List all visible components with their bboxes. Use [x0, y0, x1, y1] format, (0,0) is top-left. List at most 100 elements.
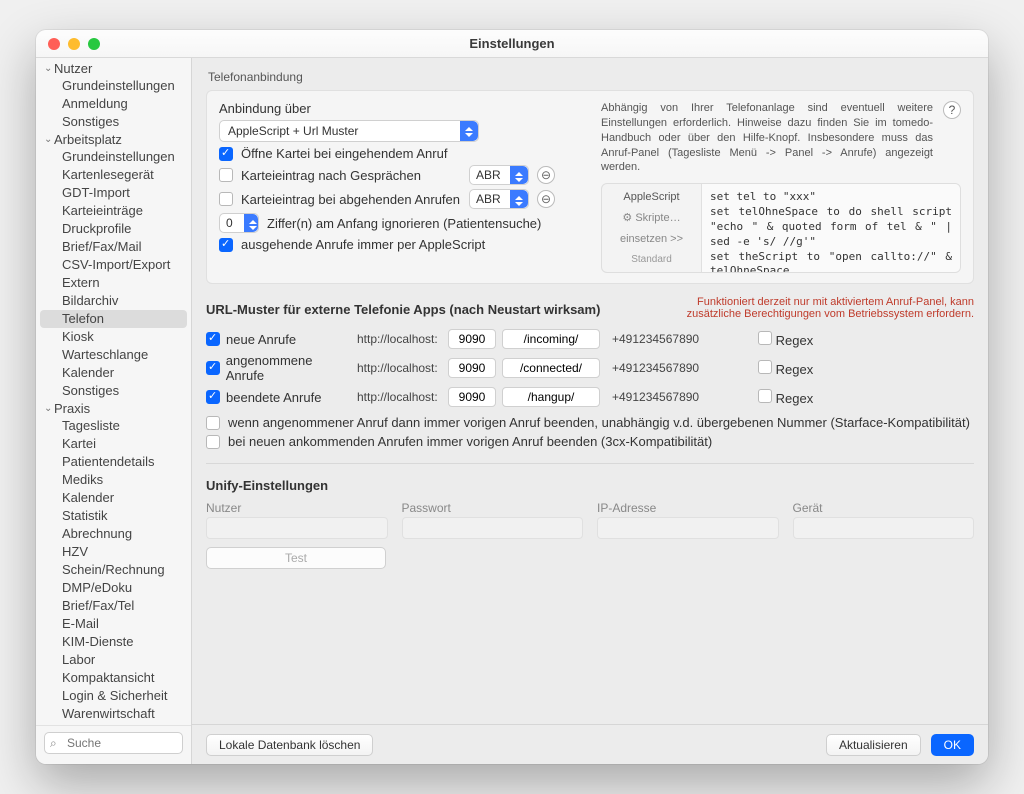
sidebar-item[interactable]: Warteschlange [36, 346, 191, 364]
script-tab-apple[interactable]: AppleScript [623, 190, 679, 205]
sidebar-item[interactable]: Kalender [36, 489, 191, 507]
url-path-input[interactable] [502, 358, 600, 378]
sidebar-item[interactable]: HZV [36, 543, 191, 561]
sidebar-item[interactable]: Grundeinstellungen [36, 148, 191, 166]
sidebar-item[interactable]: Sonstiges [36, 113, 191, 131]
sidebar-item[interactable]: Login & Sicherheit [36, 687, 191, 705]
url-host: http://localhost: [357, 332, 442, 346]
sidebar-item[interactable]: Druckprofile [36, 220, 191, 238]
sidebar-item[interactable]: Tagesliste [36, 417, 191, 435]
script-code[interactable]: set tel to "xxx" set telOhneSpace to do … [702, 184, 960, 272]
footer: Lokale Datenbank löschen Aktualisieren O… [192, 724, 988, 764]
script-tab-skripte[interactable]: ⚙ Skripte… [622, 211, 680, 226]
sidebar-item[interactable]: Mediks [36, 471, 191, 489]
unify-pass-input[interactable] [402, 517, 584, 539]
help-button[interactable]: ? [943, 101, 961, 119]
sidebar-item[interactable]: Extern [36, 274, 191, 292]
binding-label: Anbindung über [219, 101, 585, 116]
checkbox-3cx-compat[interactable] [206, 435, 220, 449]
search-icon: ⌕ [50, 736, 57, 751]
url-host: http://localhost: [357, 361, 442, 375]
checkbox-regex-0[interactable] [758, 331, 772, 345]
sidebar-item[interactable]: Telefon [40, 310, 187, 328]
unify-device-label: Gerät [793, 501, 975, 515]
checkbox-starface-compat[interactable] [206, 416, 220, 430]
chevron-down-icon: ⌄ [44, 134, 54, 145]
preferences-window: Einstellungen ⌄ NutzerGrundeinstellungen… [36, 30, 988, 764]
sidebar-group[interactable]: ⌄ Praxis [36, 400, 191, 417]
sidebar-item[interactable]: Kiosk [36, 328, 191, 346]
sidebar-tree[interactable]: ⌄ NutzerGrundeinstellungenAnmeldungSonst… [36, 58, 191, 725]
chevron-updown-icon [460, 121, 478, 141]
label-ausgehend-apple: ausgehende Anrufe immer per AppleScript [241, 237, 485, 252]
checkbox-eintrag-abgehend[interactable] [219, 192, 233, 206]
zoom-icon[interactable] [88, 38, 100, 50]
unify-ip-input[interactable] [597, 517, 779, 539]
checkbox-regex-1[interactable] [758, 360, 772, 374]
sidebar-item[interactable]: Kartei [36, 435, 191, 453]
sidebar-item[interactable]: Brief/Fax/Mail [36, 238, 191, 256]
titlebar: Einstellungen [36, 30, 988, 58]
sidebar-item[interactable]: KIM-Dienste [36, 633, 191, 651]
url-row: beendete Anrufehttp://localhost:+4912345… [206, 387, 974, 407]
sidebar-item[interactable]: E-Mail [36, 615, 191, 633]
url-path-input[interactable] [502, 329, 600, 349]
refresh-button[interactable]: Aktualisieren [826, 734, 921, 756]
sidebar-item[interactable]: Brief/Fax/Tel [36, 597, 191, 615]
sidebar-item[interactable]: Bildarchiv [36, 292, 191, 310]
sidebar-item[interactable]: Karteieinträge [36, 202, 191, 220]
minimize-icon[interactable] [68, 38, 80, 50]
url-port-input[interactable] [448, 387, 496, 407]
sidebar-item[interactable]: Kompaktansicht [36, 669, 191, 687]
sidebar-item[interactable]: Kalender [36, 364, 191, 382]
checkbox-eintrag-gespraech[interactable] [219, 168, 233, 182]
checkbox-regex-2[interactable] [758, 389, 772, 403]
checkbox-ausgehend-apple[interactable] [219, 238, 233, 252]
search-input[interactable] [44, 732, 183, 754]
ok-button[interactable]: OK [931, 734, 974, 756]
sidebar-group[interactable]: ⌄ Nutzer [36, 60, 191, 77]
sidebar-item[interactable]: Sonstiges [36, 382, 191, 400]
sidebar-item[interactable]: Anmeldung [36, 95, 191, 113]
checkbox-url-1[interactable] [206, 361, 220, 375]
close-icon[interactable] [48, 38, 60, 50]
section-title: Telefonanbindung [208, 70, 974, 84]
sidebar-item[interactable]: Grundeinstellungen [36, 77, 191, 95]
digits-stepper[interactable]: 0 [219, 213, 259, 233]
select-abr-1[interactable]: ABR [469, 165, 529, 185]
sidebar-item[interactable]: Kartenlesegerät [36, 166, 191, 184]
unify-section: Unify-Einstellungen Nutzer Passwort IP-A… [206, 478, 974, 569]
sidebar-item[interactable]: CSV-Import/Export [36, 256, 191, 274]
sidebar-item[interactable]: Patientendetails [36, 453, 191, 471]
minus-icon[interactable]: ⊖ [537, 190, 555, 208]
url-row: neue Anrufehttp://localhost:+49123456789… [206, 329, 974, 349]
unify-test-button[interactable]: Test [206, 547, 386, 569]
minus-icon[interactable]: ⊖ [537, 166, 555, 184]
sidebar-item[interactable]: Labor [36, 651, 191, 669]
unify-user-input[interactable] [206, 517, 388, 539]
sidebar-group[interactable]: ⌄ Arbeitsplatz [36, 131, 191, 148]
info-text: Abhängig von Ihrer Telefonanlage sind ev… [601, 101, 933, 175]
checkbox-url-2[interactable] [206, 390, 220, 404]
url-port-input[interactable] [448, 358, 496, 378]
url-path-input[interactable] [502, 387, 600, 407]
checkbox-open-kartei[interactable] [219, 147, 233, 161]
sidebar-item[interactable]: Warenwirtschaft [36, 705, 191, 723]
delete-db-button[interactable]: Lokale Datenbank löschen [206, 734, 373, 756]
unify-user-label: Nutzer [206, 501, 388, 515]
checkbox-url-0[interactable] [206, 332, 220, 346]
unify-device-input[interactable] [793, 517, 975, 539]
sidebar-item[interactable]: Statistik [36, 507, 191, 525]
sidebar-item[interactable]: GDT-Import [36, 184, 191, 202]
binding-select[interactable]: AppleScript + Url Muster [219, 120, 479, 142]
sidebar-item[interactable]: Abrechnung [36, 525, 191, 543]
script-einsetzen[interactable]: einsetzen >> [620, 232, 683, 247]
url-port-input[interactable] [448, 329, 496, 349]
window-title: Einstellungen [36, 36, 988, 51]
unify-ip-label: IP-Adresse [597, 501, 779, 515]
select-abr-2[interactable]: ABR [469, 189, 529, 209]
sidebar-item[interactable]: Schein/Rechnung [36, 561, 191, 579]
url-number: +491234567890 [612, 390, 732, 404]
url-number: +491234567890 [612, 332, 732, 346]
sidebar-item[interactable]: DMP/eDoku [36, 579, 191, 597]
